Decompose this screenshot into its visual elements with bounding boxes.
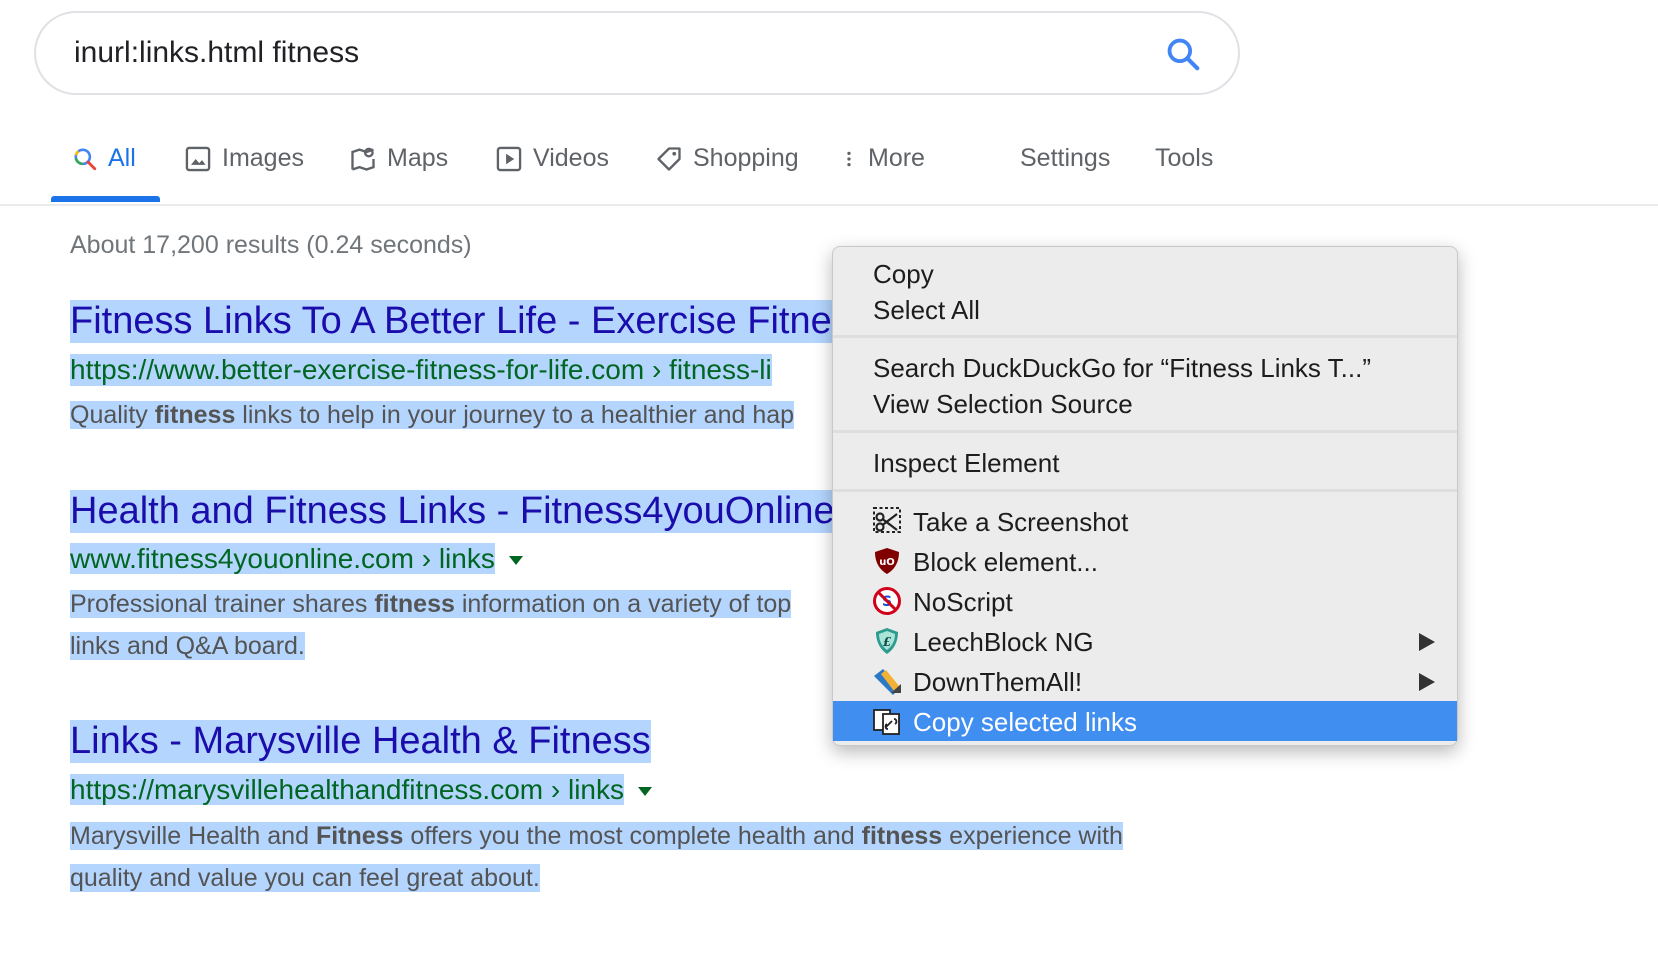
tab-images[interactable]: Images	[184, 144, 304, 204]
map-icon	[351, 147, 375, 171]
menu-item-label: DownThemAll!	[913, 667, 1083, 697]
menu-item-block-element[interactable]: uO Block element...	[833, 541, 1457, 581]
menu-item-label: Inspect Element	[873, 448, 1060, 478]
more-vertical-icon	[847, 151, 851, 167]
snippet-line: Marysville Health and Fitness offers you…	[70, 822, 1123, 850]
ublock-shield-icon: uO	[875, 548, 899, 574]
search-tabs: All Images Maps Videos Shopping More Set…	[0, 130, 1658, 206]
downthemall-icon	[874, 669, 901, 695]
menu-item-label: Select All	[873, 295, 980, 325]
tab-label: Settings	[1020, 144, 1111, 172]
result-url-row: https://marysvillehealthandfitness.com ›…	[70, 774, 652, 806]
tab-videos[interactable]: Videos	[495, 144, 609, 204]
menu-item-label: Copy	[873, 259, 934, 289]
chevron-down-icon[interactable]	[638, 787, 652, 797]
result-url[interactable]: www.fitness4youonline.com › links	[70, 543, 495, 574]
menu-item-take-screenshot[interactable]: Take a Screenshot	[833, 501, 1457, 541]
svg-text:uO: uO	[879, 557, 895, 568]
chevron-down-icon[interactable]	[508, 556, 523, 566]
result-snippet: Marysville Health and Fitness offers you…	[70, 815, 1123, 899]
snippet-line: Quality fitness links to help in your jo…	[70, 401, 795, 429]
menu-separator	[833, 430, 1457, 433]
menu-item-label: LeechBlock NG	[913, 627, 1094, 657]
snippet-line: links and Q&A board.	[70, 632, 305, 660]
snippet-line: quality and value you can feel great abo…	[70, 864, 540, 892]
copy-links-icon	[873, 709, 900, 735]
result-stats: About 17,200 results (0.24 seconds)	[70, 231, 472, 259]
tab-label: Tools	[1155, 144, 1214, 172]
tab-more[interactable]: More	[840, 144, 925, 204]
tab-label: Videos	[533, 144, 609, 172]
result-snippet: Professional trainer shares fitness info…	[70, 583, 792, 667]
tab-all[interactable]: All	[72, 144, 136, 204]
search-icon	[74, 148, 97, 171]
active-tab-indicator	[51, 196, 160, 202]
menu-item-label: NoScript	[913, 587, 1013, 617]
result-url[interactable]: https://www.better-exercise-fitness-for-…	[70, 354, 772, 386]
menu-item-label: Search DuckDuckGo for “Fitness Links T..…	[873, 353, 1372, 383]
menu-item-inspect-element[interactable]: Inspect Element	[833, 442, 1457, 482]
snippet-line: Professional trainer shares fitness info…	[70, 590, 792, 618]
tab-label: Shopping	[693, 144, 799, 172]
menu-item-noscript[interactable]: S NoScript	[833, 581, 1457, 621]
video-icon	[496, 146, 522, 172]
menu-item-copy-selected-links[interactable]: Copy selected links	[833, 701, 1457, 741]
menu-item-search-duckduckgo[interactable]: Search DuckDuckGo for “Fitness Links T..…	[833, 347, 1457, 387]
tab-label: Maps	[387, 144, 449, 172]
tab-maps[interactable]: Maps	[349, 144, 448, 204]
search-input[interactable]	[74, 36, 1074, 70]
screenshot-scissors-icon	[873, 507, 901, 533]
context-menu: Copy Select All Search DuckDuckGo for “F…	[832, 246, 1458, 746]
result-snippet: Quality fitness links to help in your jo…	[70, 394, 795, 436]
menu-separator	[833, 489, 1457, 492]
menu-item-copy[interactable]: Copy	[833, 253, 1457, 293]
tab-label: More	[868, 144, 925, 172]
tab-label: All	[108, 144, 136, 172]
menu-item-label: Copy selected links	[913, 707, 1137, 737]
submenu-arrow-icon	[1419, 633, 1435, 651]
tab-label: Images	[222, 144, 304, 172]
menu-item-downthemall[interactable]: DownThemAll!	[833, 661, 1457, 701]
submenu-arrow-icon	[1419, 673, 1435, 691]
tab-tools[interactable]: Tools	[1155, 144, 1213, 204]
menu-item-view-selection-source[interactable]: View Selection Source	[833, 383, 1457, 423]
tab-settings[interactable]: Settings	[1020, 144, 1110, 204]
menu-item-label: Block element...	[913, 547, 1098, 577]
menu-item-label: View Selection Source	[873, 389, 1133, 419]
leechblock-shield-icon: £	[876, 628, 898, 654]
svg-text:£: £	[883, 635, 892, 649]
noscript-icon: S	[873, 587, 901, 615]
result-title[interactable]: Links - Marysville Health & Fitness	[70, 720, 651, 763]
search-icon[interactable]	[1164, 35, 1202, 73]
menu-item-leechblock[interactable]: £ LeechBlock NG	[833, 621, 1457, 661]
menu-item-label: Take a Screenshot	[913, 507, 1129, 537]
image-icon	[185, 146, 211, 172]
search-box[interactable]	[34, 11, 1240, 95]
menu-separator	[833, 335, 1457, 338]
result-title[interactable]: Health and Fitness Links - Fitness4youOn…	[70, 490, 835, 533]
result-url-row: www.fitness4youonline.com › links	[70, 543, 523, 575]
menu-item-select-all[interactable]: Select All	[833, 289, 1457, 329]
tab-shopping[interactable]: Shopping	[655, 144, 799, 204]
result-url[interactable]: https://marysvillehealthandfitness.com ›…	[70, 774, 624, 805]
tag-icon	[657, 147, 681, 171]
result-title[interactable]: Fitness Links To A Better Life - Exercis…	[70, 300, 832, 343]
